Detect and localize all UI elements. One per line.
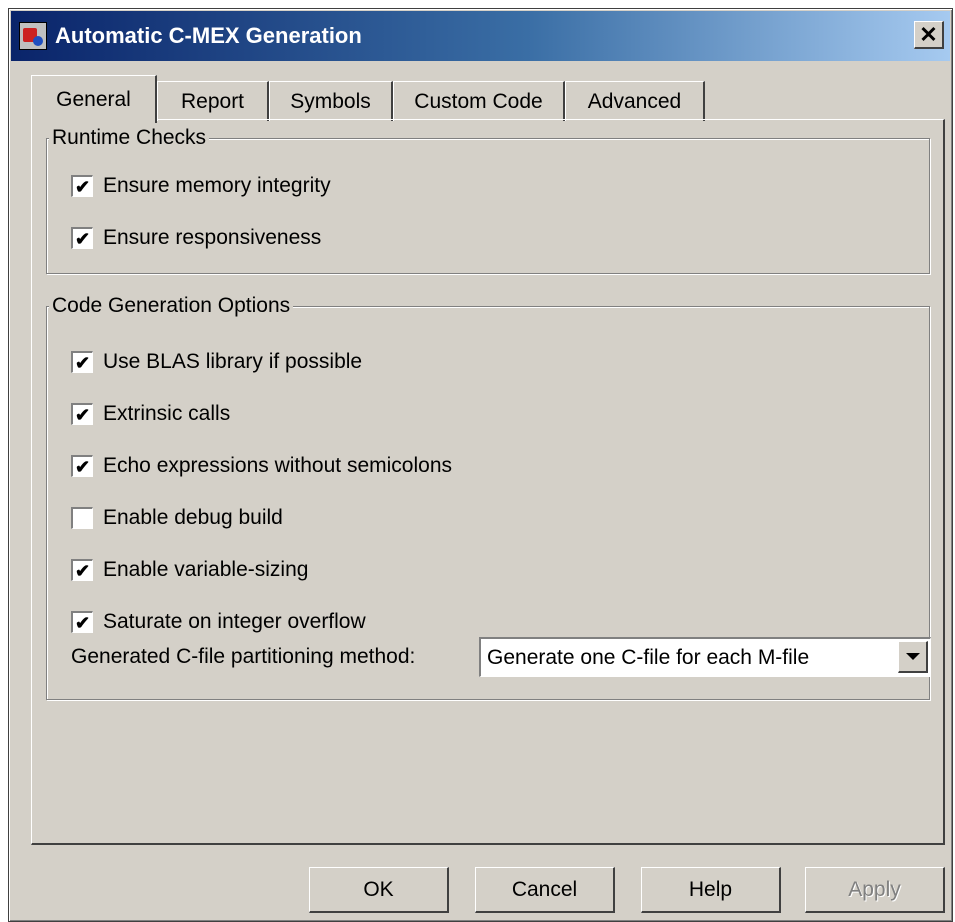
checkmark-icon[interactable]: ✔ [71, 351, 93, 373]
cancel-label: Cancel [511, 877, 578, 901]
checkbox-label: Ensure responsiveness [103, 226, 322, 249]
cancel-button[interactable]: Cancel [475, 867, 615, 913]
chevron-down-icon [905, 653, 920, 660]
ensure-responsiveness-checkbox[interactable]: ✔ Ensure responsiveness [71, 225, 321, 251]
tab-advanced[interactable]: Advanced [565, 81, 705, 121]
checkmark-icon[interactable]: ✔ [71, 455, 93, 477]
apply-label: Apply [848, 877, 901, 901]
check-mark: ✔ [74, 456, 91, 477]
check-mark: ✔ [74, 560, 91, 581]
tab-panel-general: Runtime Checks ✔ Ensure memory integrity… [31, 119, 945, 845]
title-bar[interactable]: Automatic C-MEX Generation ✕ [11, 11, 950, 61]
enable-variable-sizing-checkbox[interactable]: ✔ Enable variable-sizing [71, 557, 308, 583]
dropdown-button[interactable] [898, 641, 928, 673]
checkbox-label: Extrinsic calls [103, 402, 231, 425]
tab-label: General [56, 87, 131, 111]
ok-button[interactable]: OK [309, 867, 449, 913]
partition-method-value: Generate one C-file for each M-file [487, 645, 810, 669]
echo-expressions-checkbox[interactable]: ✔ Echo expressions without semicolons [71, 453, 452, 479]
code-generation-options-title: Code Generation Options [49, 293, 294, 319]
checkmark-icon[interactable]: ✔ [71, 559, 93, 581]
checkbox-unchecked[interactable] [71, 507, 93, 529]
runtime-checks-title: Runtime Checks [49, 125, 210, 151]
close-icon: ✕ [919, 21, 938, 47]
tab-label: Advanced [587, 89, 682, 113]
check-mark: ✔ [74, 404, 91, 425]
tab-custom-code[interactable]: Custom Code [393, 81, 565, 121]
check-mark: ✔ [74, 176, 91, 197]
checkmark-icon[interactable]: ✔ [71, 403, 93, 425]
checkbox-label: Use BLAS library if possible [103, 350, 363, 373]
extrinsic-calls-checkbox[interactable]: ✔ Extrinsic calls [71, 401, 230, 427]
ensure-memory-integrity-checkbox[interactable]: ✔ Ensure memory integrity [71, 173, 331, 199]
tab-label: Report [180, 89, 245, 113]
use-blas-checkbox[interactable]: ✔ Use BLAS library if possible [71, 349, 362, 375]
window-title: Automatic C-MEX Generation [55, 23, 362, 48]
apply-button[interactable]: Apply [805, 867, 945, 913]
check-mark: ✔ [74, 352, 91, 373]
checkbox-label: Echo expressions without semicolons [103, 454, 453, 477]
tab-general[interactable]: General [31, 75, 157, 123]
partition-method-select[interactable]: Generate one C-file for each M-file [479, 637, 931, 677]
tab-report[interactable]: Report [157, 81, 269, 121]
help-button[interactable]: Help [641, 867, 781, 913]
close-button[interactable]: ✕ [914, 21, 944, 49]
tab-label: Symbols [290, 89, 371, 113]
partition-method-label: Generated C-file partitioning method: [71, 645, 416, 668]
ok-label: OK [363, 877, 394, 901]
runtime-checks-group: Runtime Checks ✔ Ensure memory integrity… [46, 125, 930, 274]
dialog-window: Automatic C-MEX Generation ✕ General Rep… [8, 8, 953, 922]
checkbox-label: Enable variable-sizing [103, 558, 309, 581]
tab-symbols[interactable]: Symbols [269, 81, 393, 121]
help-label: Help [688, 877, 733, 901]
app-icon [19, 22, 47, 50]
saturate-on-overflow-checkbox[interactable]: ✔ Saturate on integer overflow [71, 609, 366, 635]
tab-label: Custom Code [414, 89, 543, 113]
checkbox-label: Ensure memory integrity [103, 174, 331, 197]
checkmark-icon[interactable]: ✔ [71, 227, 93, 249]
checkbox-label: Enable debug build [103, 506, 283, 529]
checkmark-icon[interactable]: ✔ [71, 175, 93, 197]
check-mark: ✔ [74, 228, 91, 249]
code-generation-options-group: Code Generation Options ✔ Use BLAS libra… [46, 293, 931, 700]
checkmark-icon[interactable]: ✔ [71, 611, 93, 633]
checkbox-label: Saturate on integer overflow [103, 610, 366, 633]
check-mark: ✔ [74, 612, 91, 633]
enable-debug-build-checkbox[interactable]: Enable debug build [71, 505, 283, 531]
